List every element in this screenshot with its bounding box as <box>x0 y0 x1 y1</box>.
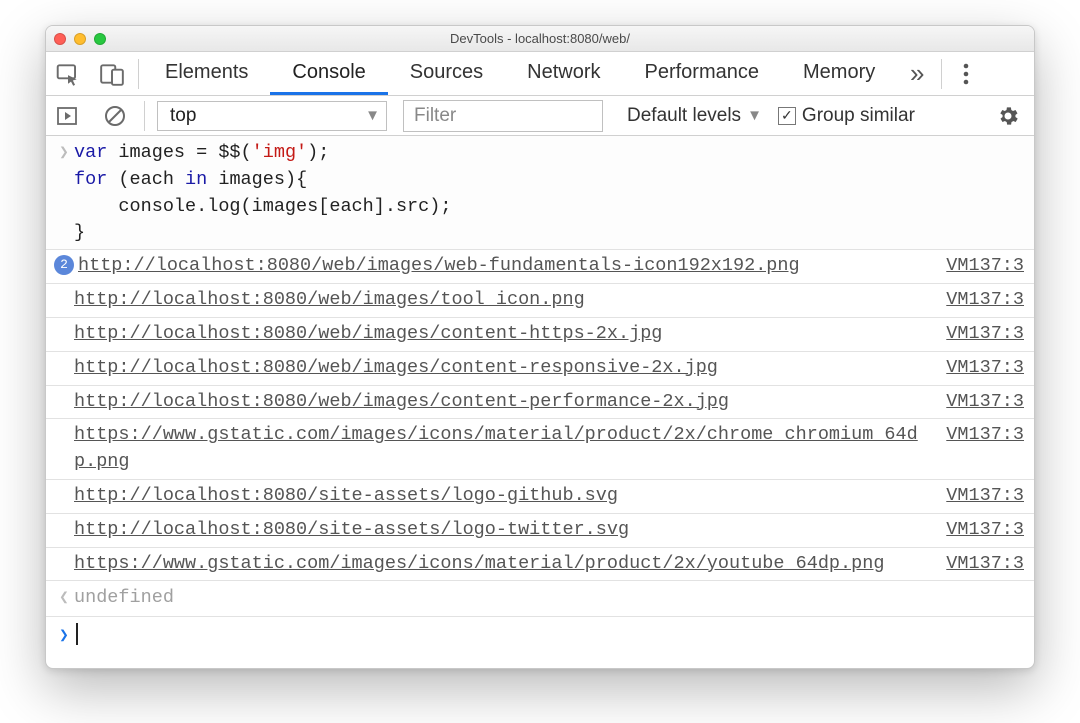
prompt-marker-icon <box>54 623 74 648</box>
window-title: DevTools - localhost:8080/web/ <box>46 31 1034 46</box>
log-message-link[interactable]: http://localhost:8080/site-assets/logo-g… <box>74 483 926 510</box>
log-levels-select[interactable]: Default levels ▼ <box>627 105 762 127</box>
repeat-count-badge: 2 <box>54 255 74 275</box>
console-log-row: http://localhost:8080/web/images/content… <box>46 351 1034 385</box>
more-tabs-icon[interactable]: » <box>897 58 937 89</box>
log-message-link[interactable]: https://www.gstatic.com/images/icons/mat… <box>74 422 926 476</box>
console-toolbar: top ▼ Filter Default levels ▼ ✓ Group si… <box>46 96 1034 136</box>
log-message-link[interactable]: http://localhost:8080/web/images/content… <box>74 321 926 348</box>
log-message-link[interactable]: http://localhost:8080/site-assets/logo-t… <box>74 517 926 544</box>
log-levels-label: Default levels <box>627 105 741 127</box>
tab-memory[interactable]: Memory <box>781 52 897 95</box>
tab-elements[interactable]: Elements <box>143 52 270 95</box>
input-marker-icon <box>54 140 74 165</box>
console-settings-icon[interactable] <box>990 104 1026 128</box>
checkbox-icon: ✓ <box>778 107 796 125</box>
console-log-row: http://localhost:8080/web/images/content… <box>46 385 1034 419</box>
log-message-link[interactable]: http://localhost:8080/web/images/content… <box>74 389 926 416</box>
device-toolbar-icon[interactable] <box>90 52 134 96</box>
log-source-link[interactable]: VM137:3 <box>946 321 1024 348</box>
console-log-row: 2http://localhost:8080/web/images/web-fu… <box>46 249 1034 283</box>
console-log-row: http://localhost:8080/web/images/tool_ic… <box>46 283 1034 317</box>
dropdown-icon: ▼ <box>365 107 380 124</box>
console-log-row: http://localhost:8080/web/images/content… <box>46 317 1034 351</box>
tab-sources[interactable]: Sources <box>388 52 505 95</box>
log-source-link[interactable]: VM137:3 <box>946 287 1024 314</box>
minimize-window-icon[interactable] <box>74 33 86 45</box>
console-body: var images = $$('img'); for (each in ima… <box>46 136 1034 668</box>
console-log-row: http://localhost:8080/site-assets/logo-g… <box>46 479 1034 513</box>
tab-performance[interactable]: Performance <box>623 52 782 95</box>
window-controls <box>54 33 106 45</box>
tab-network[interactable]: Network <box>505 52 622 95</box>
log-message-link[interactable]: http://localhost:8080/web/images/web-fun… <box>78 253 926 280</box>
devtools-tabbar: ElementsConsoleSourcesNetworkPerformance… <box>46 52 1034 96</box>
tab-console[interactable]: Console <box>270 52 387 95</box>
console-log-row: http://localhost:8080/site-assets/logo-t… <box>46 513 1034 547</box>
separator <box>941 59 942 89</box>
group-similar-checkbox[interactable]: ✓ Group similar <box>778 105 915 127</box>
execution-context-select[interactable]: top ▼ <box>157 101 387 131</box>
log-source-link[interactable]: VM137:3 <box>946 253 1024 280</box>
separator <box>144 101 145 131</box>
output-marker-icon <box>54 585 74 612</box>
log-message-link[interactable]: https://www.gstatic.com/images/icons/mat… <box>74 551 926 578</box>
devtools-window: DevTools - localhost:8080/web/ ElementsC… <box>45 25 1035 669</box>
log-source-link[interactable]: VM137:3 <box>946 551 1024 578</box>
execute-icon[interactable] <box>46 96 88 135</box>
console-log-row: https://www.gstatic.com/images/icons/mat… <box>46 547 1034 581</box>
console-input-history: var images = $$('img'); for (each in ima… <box>46 136 1034 249</box>
log-source-link[interactable]: VM137:3 <box>946 483 1024 510</box>
zoom-window-icon[interactable] <box>94 33 106 45</box>
separator <box>138 59 139 89</box>
titlebar: DevTools - localhost:8080/web/ <box>46 26 1034 52</box>
log-source-link[interactable]: VM137:3 <box>946 517 1024 544</box>
execution-context-value: top <box>170 105 196 127</box>
log-source-link[interactable]: VM137:3 <box>946 389 1024 416</box>
group-similar-label: Group similar <box>802 105 915 127</box>
console-log-row: https://www.gstatic.com/images/icons/mat… <box>46 418 1034 479</box>
dropdown-icon: ▼ <box>747 107 762 124</box>
log-source-link[interactable]: VM137:3 <box>946 422 1024 449</box>
inspect-element-icon[interactable] <box>46 52 90 96</box>
return-value-row: undefined <box>46 580 1034 616</box>
kebab-menu-icon[interactable] <box>946 62 986 86</box>
log-source-link[interactable]: VM137:3 <box>946 355 1024 382</box>
console-prompt[interactable] <box>46 616 1034 668</box>
text-cursor <box>76 623 78 645</box>
code-block[interactable]: var images = $$('img'); for (each in ima… <box>74 140 451 247</box>
filter-input[interactable]: Filter <box>403 100 603 132</box>
clear-console-icon[interactable] <box>94 96 136 135</box>
log-message-link[interactable]: http://localhost:8080/web/images/content… <box>74 355 926 382</box>
return-value: undefined <box>74 585 174 612</box>
close-window-icon[interactable] <box>54 33 66 45</box>
log-message-link[interactable]: http://localhost:8080/web/images/tool_ic… <box>74 287 926 314</box>
